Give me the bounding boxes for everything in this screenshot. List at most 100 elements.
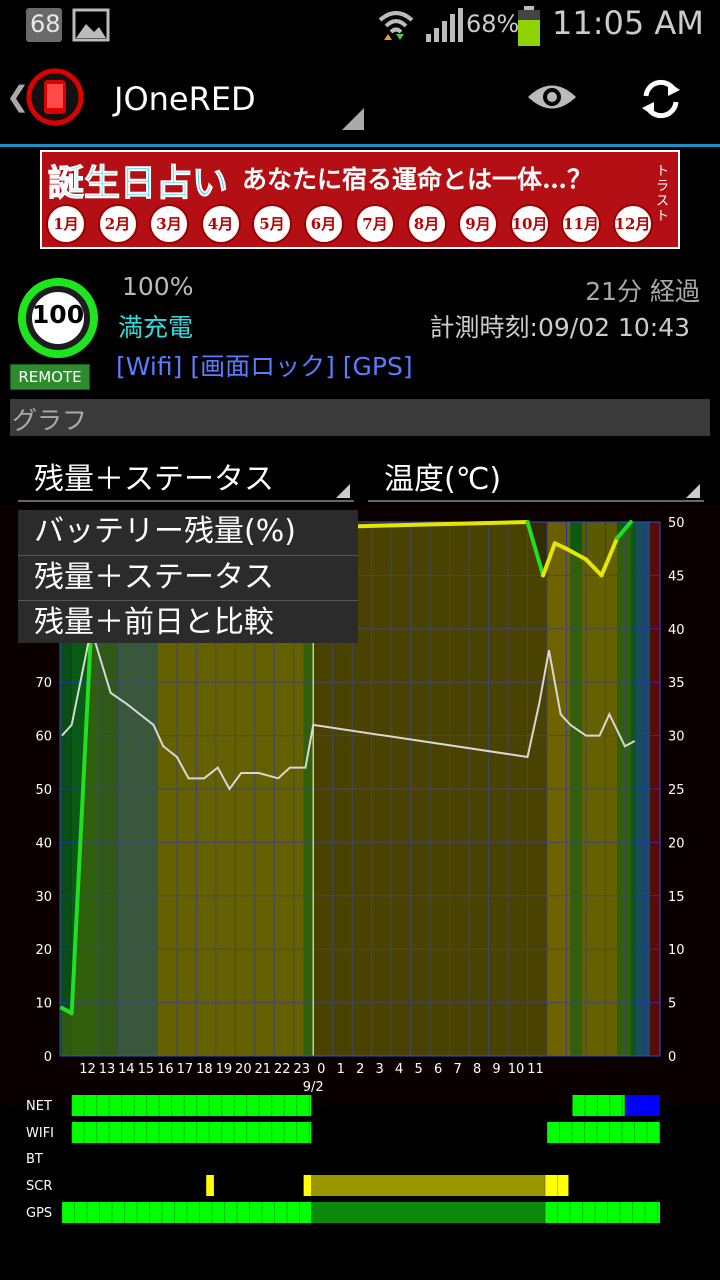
- status-segment: [545, 1175, 569, 1196]
- right-axis-tick: 20: [668, 836, 685, 851]
- right-axis-tick: 40: [668, 623, 685, 638]
- status-segment: [303, 1175, 312, 1196]
- left-axis-tick: 10: [35, 997, 52, 1012]
- dropdown-item-label: 残量＋前日と比較: [34, 605, 274, 640]
- title-dropdown-icon[interactable]: [342, 108, 364, 130]
- signal-icon: [426, 8, 463, 42]
- graph-type-spinner-arrow-icon: [336, 484, 350, 498]
- right-axis-tick: 10: [668, 943, 685, 958]
- x-axis-tick: 13: [99, 1062, 116, 1077]
- banner-month-12[interactable]: 12月: [612, 204, 653, 244]
- right-axis-tick: 25: [668, 783, 685, 798]
- status-row-label: WIFI: [26, 1126, 54, 1141]
- refresh-icon[interactable]: [638, 76, 684, 122]
- x-axis-tick: 11: [527, 1062, 544, 1077]
- remote-badge[interactable]: REMOTE: [10, 364, 90, 390]
- notification-count: 68: [30, 10, 61, 38]
- battery-icon: [518, 6, 540, 46]
- dropdown-item-label: バッテリー残量(%): [34, 514, 296, 549]
- banner-month-5[interactable]: 5月: [252, 204, 292, 244]
- elapsed-time: 21分 経過: [585, 277, 700, 306]
- dropdown-item[interactable]: 残量＋前日と比較: [18, 600, 358, 645]
- banner-month-2[interactable]: 2月: [97, 204, 138, 244]
- right-axis-tick: 30: [668, 730, 685, 745]
- right-axis-tick: 5: [668, 997, 676, 1012]
- ad-banner[interactable]: 誕生日占い あなたに宿る運命とは一体…？ トラスト 1月 2月 3月 4月 5月 6月 7月…: [40, 150, 680, 249]
- left-axis-tick: 0: [44, 1050, 52, 1065]
- status-flags: [Wifi] [画面ロック] [GPS]: [116, 352, 413, 381]
- left-axis-tick: 20: [35, 943, 52, 958]
- banner-month-6[interactable]: 6月: [303, 204, 344, 244]
- x-axis-tick: 2: [356, 1062, 364, 1077]
- banner-month-3[interactable]: 3月: [149, 204, 189, 244]
- x-axis-tick: 23: [293, 1062, 310, 1077]
- app-title[interactable]: JOneRED: [114, 80, 256, 118]
- right-axis-tick: 0: [668, 1050, 676, 1065]
- banner-brand: トラスト: [656, 164, 670, 224]
- status-segment: [311, 1202, 546, 1223]
- dropdown-item[interactable]: 残量＋ステータス: [18, 555, 358, 600]
- dropdown-item[interactable]: バッテリー残量(%): [18, 510, 358, 554]
- graph-type-dropdown: バッテリー残量(%) 残量＋ステータス 残量＋前日と比較: [18, 510, 358, 643]
- status-segment: [71, 1122, 312, 1143]
- x-axis-tick: 8: [473, 1062, 481, 1077]
- clock: 11:05 AM: [552, 4, 704, 42]
- x-axis-tick: 19: [216, 1062, 233, 1077]
- x-axis-tick: 16: [157, 1062, 174, 1077]
- left-axis-tick: 50: [35, 783, 52, 798]
- left-axis-tick: 30: [35, 890, 52, 905]
- status-bar: 68 68% 11:05 AM: [0, 0, 720, 50]
- x-axis-tick: 20: [235, 1062, 252, 1077]
- overlay-type-spinner-arrow-icon: [686, 484, 700, 498]
- x-axis-tick: 4: [395, 1062, 403, 1077]
- measured-time: 計測時刻:09/02 10:43: [429, 313, 690, 342]
- banner-month-1[interactable]: 1月: [46, 204, 86, 244]
- graph-type-spinner-value: 残量＋ステータス: [34, 462, 274, 497]
- status-row-label: NET: [26, 1099, 52, 1114]
- x-axis-tick: 1: [337, 1062, 345, 1077]
- battery-percent: 68%: [466, 10, 520, 38]
- status-segment: [71, 1095, 312, 1116]
- banner-month-10[interactable]: 10月: [509, 204, 550, 244]
- status-segment: [311, 1175, 546, 1196]
- battery-level-value: 100: [31, 300, 85, 329]
- x-axis-tick: 14: [118, 1062, 135, 1077]
- banner-month-9[interactable]: 9月: [458, 204, 498, 244]
- eye-icon[interactable]: [526, 80, 578, 114]
- x-axis-tick: 6: [434, 1062, 442, 1077]
- banner-headline: 誕生日占い: [47, 162, 229, 205]
- x-axis-date-label: 9/2: [303, 1080, 324, 1095]
- banner-month-8[interactable]: 8月: [406, 204, 447, 244]
- x-axis-tick: 0: [317, 1062, 325, 1077]
- graph-section-title: グラフ: [12, 406, 88, 435]
- banner-month-11[interactable]: 11月: [561, 204, 601, 244]
- banner-tagline: あなたに宿る運命とは一体…？: [242, 165, 593, 194]
- dropdown-item-label: 残量＋ステータス: [34, 560, 274, 595]
- x-axis-tick: 18: [196, 1062, 213, 1077]
- overlay-type-spinner[interactable]: 温度(℃): [368, 450, 704, 502]
- x-axis-tick: 17: [177, 1062, 194, 1077]
- x-axis-tick: 12: [79, 1062, 96, 1077]
- status-row-label: BT: [26, 1152, 43, 1167]
- left-axis-tick: 70: [35, 676, 52, 691]
- banner-month-4[interactable]: 4月: [200, 204, 241, 244]
- overlay-type-spinner-value: 温度(℃): [384, 462, 502, 497]
- right-axis-tick: 50: [668, 516, 685, 531]
- graph-type-spinner[interactable]: 残量＋ステータス: [18, 450, 354, 502]
- gallery-icon: [72, 8, 110, 42]
- x-axis-tick: 10: [508, 1062, 525, 1077]
- status-segment: [547, 1122, 660, 1143]
- wifi-icon: [378, 11, 414, 40]
- status-row-label: GPS: [26, 1206, 52, 1221]
- right-axis-tick: 35: [668, 676, 685, 691]
- right-axis-tick: 15: [668, 890, 685, 905]
- status-segment: [572, 1095, 625, 1116]
- x-axis-tick: 9: [492, 1062, 500, 1077]
- app-logo-icon[interactable]: [26, 68, 84, 126]
- x-axis-tick: 5: [415, 1062, 423, 1077]
- status-row-label: SCR: [26, 1179, 52, 1194]
- right-axis-tick: 45: [668, 569, 685, 584]
- banner-month-7[interactable]: 7月: [355, 204, 395, 244]
- x-axis-tick: 3: [376, 1062, 384, 1077]
- x-axis-tick: 22: [274, 1062, 291, 1077]
